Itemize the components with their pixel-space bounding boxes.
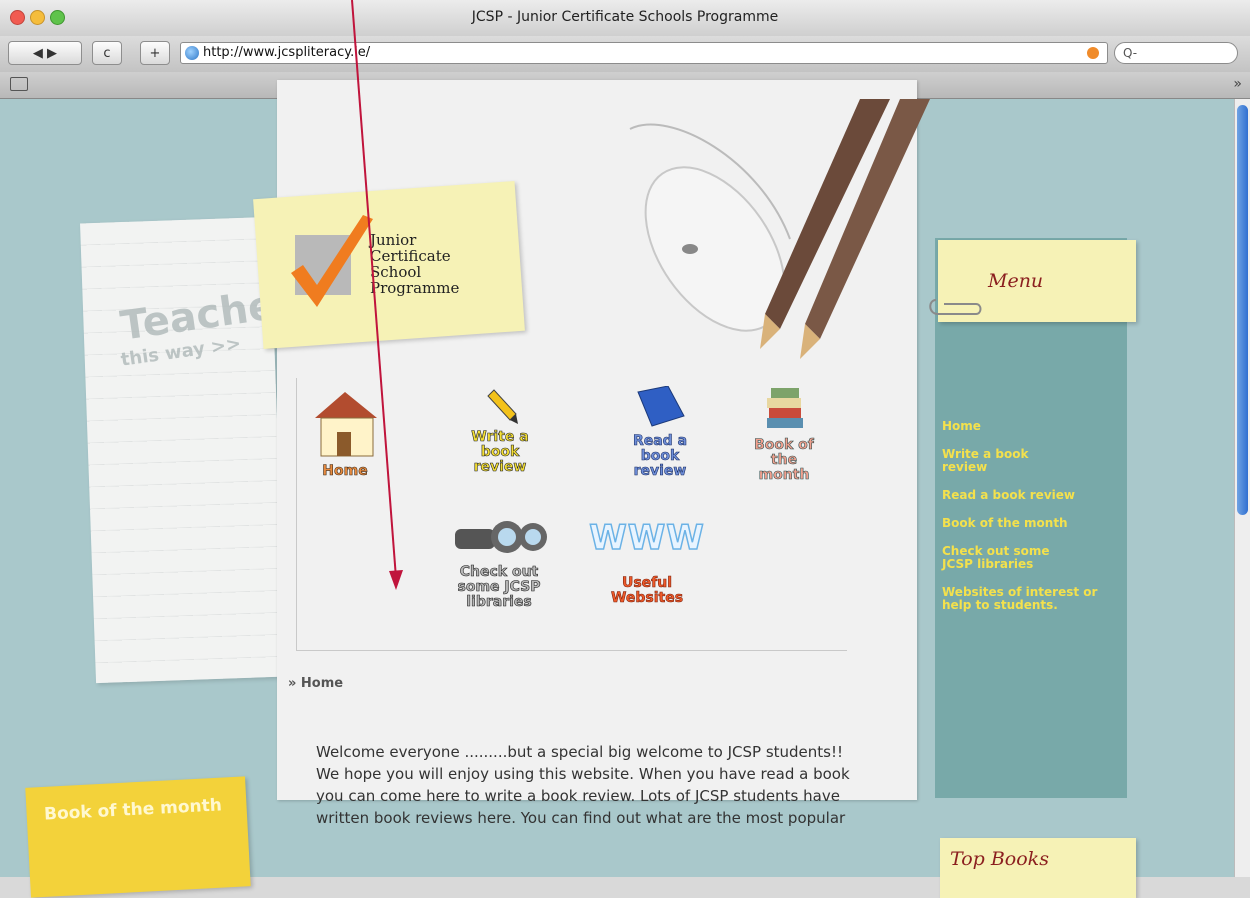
nav-jcsp-libraries-label: Check out some JCSP libraries xyxy=(457,564,541,610)
book-stack-icon xyxy=(767,388,803,428)
menu-link-read-review[interactable]: Read a book review xyxy=(942,489,1122,502)
welcome-text: Welcome everyone .........but a special … xyxy=(316,743,850,827)
www-icon: WWW xyxy=(588,517,705,559)
logo-text: Junior Certificate School Programme xyxy=(370,232,459,296)
book-of-month-note[interactable] xyxy=(25,776,251,898)
nav-jcsp-libraries[interactable]: Check out some JCSP libraries xyxy=(434,515,564,610)
back-forward-button[interactable]: ◀ ▶ xyxy=(8,41,82,65)
logo-line-3: School xyxy=(370,263,422,281)
logo-line-2: Certificate xyxy=(370,247,451,265)
checkmark-logo-icon[interactable] xyxy=(287,215,377,325)
nav-read-review-label: Read a book review xyxy=(632,433,688,479)
url-text: http://www.jcspliteracy.ie/ xyxy=(203,45,371,60)
menu-link-write-review[interactable]: Write a book review xyxy=(942,448,1072,474)
binoculars-icon xyxy=(455,521,547,553)
nav-read-review[interactable]: Read a book review xyxy=(612,385,708,479)
menu-link-book-of-month[interactable]: Book of the month xyxy=(942,517,1122,530)
reload-button[interactable]: c xyxy=(92,41,122,65)
back-forward-icon: ◀ ▶ xyxy=(32,45,58,61)
house-icon xyxy=(315,392,377,457)
window-titlebar: JCSP - Junior Certificate Schools Progra… xyxy=(0,0,1250,37)
book-icon[interactable] xyxy=(10,77,28,91)
rss-icon[interactable] xyxy=(1087,47,1099,59)
nav-write-review[interactable]: Write a book review xyxy=(452,388,548,475)
pencil-icon xyxy=(487,389,518,424)
blue-book-icon xyxy=(637,385,685,427)
bookmarks-overflow[interactable]: » xyxy=(1233,76,1242,92)
globe-icon xyxy=(185,46,199,60)
top-books-title: Top Books xyxy=(950,848,1049,870)
nav-home-label: Home xyxy=(322,463,368,479)
computer-mouse-icon xyxy=(644,166,786,332)
nav-write-review-label: Write a book review xyxy=(471,429,529,475)
search-field[interactable]: Q- xyxy=(1114,42,1238,64)
menu-link-home[interactable]: Home xyxy=(942,420,1122,433)
nav-book-of-month-label: Book of the month xyxy=(754,437,814,483)
menu-link-jcsp-libraries[interactable]: Check out some JCSP libraries xyxy=(942,545,1072,571)
plus-icon: + xyxy=(149,45,161,61)
reload-icon: c xyxy=(103,45,111,61)
add-bookmark-button[interactable]: + xyxy=(140,41,170,65)
breadcrumb: » Home xyxy=(288,676,344,691)
paperclip-icon xyxy=(929,299,982,315)
nav-book-of-month[interactable]: Book of the month xyxy=(744,384,824,483)
menu-link-websites[interactable]: Websites of interest or help to students… xyxy=(942,586,1122,612)
vertical-scrollbar[interactable] xyxy=(1234,99,1250,877)
decoration-svg xyxy=(629,99,930,359)
search-icon: Q- xyxy=(1123,46,1138,60)
nav-useful-websites[interactable]: WWW Useful Websites xyxy=(584,517,710,606)
scrollbar-thumb[interactable] xyxy=(1237,105,1248,515)
menu-links: Home Write a book review Read a book rev… xyxy=(942,420,1122,627)
url-bar[interactable]: http://www.jcspliteracy.ie/ xyxy=(180,42,1108,64)
logo-line-4: Programme xyxy=(370,279,460,297)
menu-title: Menu xyxy=(988,270,1044,292)
nav-useful-websites-label: Useful Websites xyxy=(610,575,684,606)
browser-toolbar: ◀ ▶ c + http://www.jcspliteracy.ie/ Q- xyxy=(0,36,1250,73)
logo-line-1: Junior xyxy=(370,231,417,249)
nav-home[interactable]: Home xyxy=(300,388,390,479)
window-title: JCSP - Junior Certificate Schools Progra… xyxy=(471,9,779,25)
